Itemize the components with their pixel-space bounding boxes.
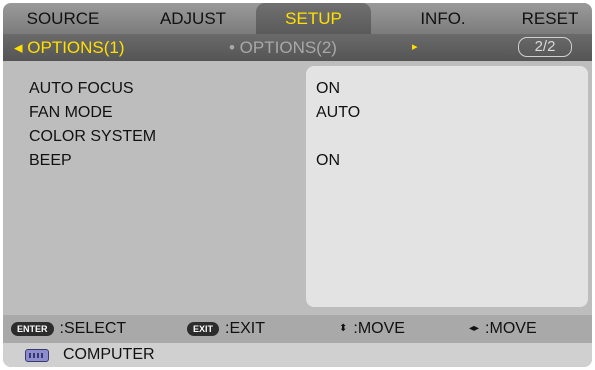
setting-value[interactable]: ON (316, 78, 340, 100)
hint-label: :MOVE (353, 320, 405, 338)
setting-value[interactable]: ON (316, 150, 340, 172)
setting-label: FAN MODE (29, 104, 113, 121)
sub-tab-bar: ◂ OPTIONS(1) • OPTIONS(2) ▸ 2/2 (3, 34, 592, 61)
hint-label: :EXIT (225, 320, 266, 337)
enter-key-icon: ENTER (11, 321, 54, 336)
setting-row-color-system[interactable]: COLOR SYSTEM (3, 126, 592, 148)
key-hint-bar: ENTER :SELECT EXIT :EXIT ⬍ :MOVE ◂▸ :MOVE (3, 315, 592, 343)
setting-label: COLOR SYSTEM (29, 128, 157, 145)
next-page-arrow-icon[interactable]: ▸ (412, 34, 418, 61)
tab-reset[interactable]: RESET (508, 3, 592, 34)
setting-row-auto-focus[interactable]: AUTO FOCUS ON (3, 78, 592, 100)
subtab-options-2[interactable]: • OPTIONS(2) (229, 34, 337, 61)
tab-adjust[interactable]: ADJUST (143, 3, 243, 34)
projector-osd-menu: SOURCE ADJUST SETUP INFO. RESET ◂ OPTION… (3, 3, 592, 367)
up-down-arrow-icon: ⬍ (339, 323, 348, 334)
main-tab-bar: SOURCE ADJUST SETUP INFO. RESET (3, 3, 592, 34)
subtab-options-1[interactable]: ◂ OPTIONS(1) (14, 34, 125, 61)
setting-label: AUTO FOCUS (29, 80, 134, 97)
hint-move-vertical: ⬍ :MOVE (339, 315, 405, 343)
input-source-label: COMPUTER (63, 346, 155, 363)
setting-label: BEEP (29, 152, 72, 169)
page-indicator: 2/2 (518, 37, 572, 57)
tab-info[interactable]: INFO. (393, 3, 493, 34)
exit-key-icon: EXIT (187, 321, 220, 336)
tab-source[interactable]: SOURCE (13, 3, 113, 34)
tab-setup[interactable]: SETUP (256, 3, 371, 34)
setting-value[interactable]: AUTO (316, 102, 360, 124)
left-right-arrow-icon: ◂▸ (469, 323, 480, 334)
input-source-status: COMPUTER (3, 343, 592, 367)
hint-exit: EXIT :EXIT (187, 315, 265, 343)
hint-enter: ENTER :SELECT (11, 315, 126, 343)
hint-label: :SELECT (59, 320, 127, 337)
setting-row-beep[interactable]: BEEP ON (3, 150, 592, 172)
setting-row-fan-mode[interactable]: FAN MODE AUTO (3, 102, 592, 124)
hint-move-horizontal: ◂▸ :MOVE (469, 315, 537, 343)
hint-label: :MOVE (485, 320, 537, 338)
computer-icon (25, 349, 49, 362)
